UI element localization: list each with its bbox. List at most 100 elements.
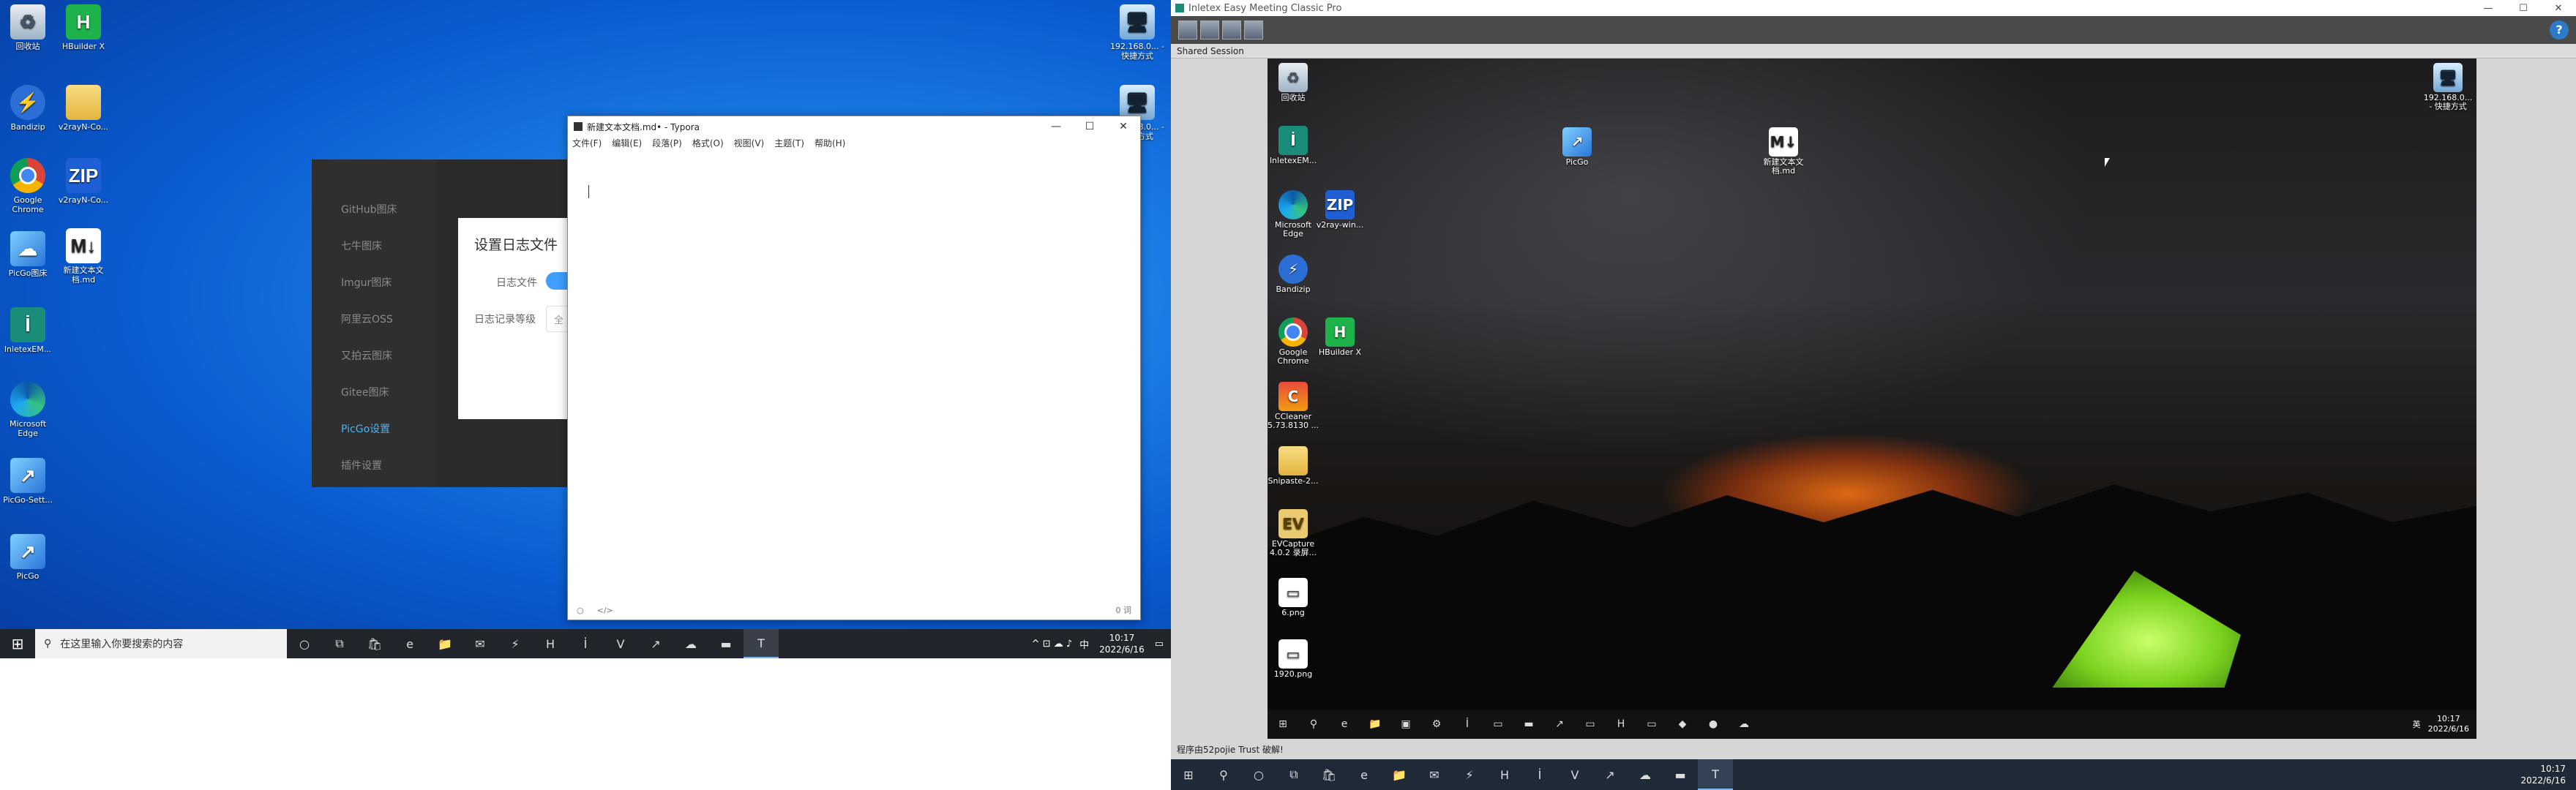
menu-help[interactable]: 帮助(H) [815, 137, 845, 153]
remote-icon-snipaste[interactable]: Snipaste-2... [1268, 446, 1319, 486]
taskbar-edge[interactable]: e [1347, 759, 1382, 790]
remote-icon-ccleaner[interactable]: C CCleaner 5.73.8130 ... [1268, 382, 1319, 430]
remote-icon-1920png[interactable]: ▭ 1920.png [1268, 639, 1319, 679]
maximize-button[interactable]: ☐ [2506, 3, 2541, 14]
menu-view[interactable]: 视图(V) [734, 137, 765, 153]
remote-taskbar-edge[interactable]: e [1329, 710, 1360, 739]
start-button[interactable]: ⊞ [0, 629, 35, 658]
remote-clock[interactable]: 10:17 2022/6/16 [2428, 714, 2469, 734]
sidebar-item-plugin-settings[interactable]: 插件设置 [312, 448, 436, 484]
taskbar-search[interactable]: ⚲ 在这里输入你要搜索的内容 [35, 629, 287, 658]
sidebar-toggle-icon[interactable]: ○ [577, 606, 584, 615]
close-button[interactable]: ✕ [2541, 3, 2576, 14]
taskbar-typora[interactable]: T [1698, 759, 1733, 790]
desktop-icon-network-shortcut[interactable]: 🖥 192.168.0... - 快捷方式 [1109, 4, 1165, 61]
taskbar-hbuilder[interactable]: H [533, 629, 568, 658]
taskbar-clock[interactable]: 10:17 2022/6/16 [2520, 763, 2566, 786]
desktop-icon-recycle-bin[interactable]: ♻ 回收站 [0, 4, 56, 51]
taskbar-typora[interactable]: T [744, 629, 779, 658]
remote-icon-chrome[interactable]: Google Chrome [1268, 317, 1319, 366]
start-button[interactable]: ⊞ [1171, 759, 1206, 790]
remote-taskbar-hbuilder[interactable]: H [1606, 710, 1636, 739]
menu-file[interactable]: 文件(F) [572, 137, 602, 153]
taskbar-picgo[interactable]: ↗ [638, 629, 673, 658]
remote-icon-edge[interactable]: Microsoft Edge [1268, 190, 1319, 238]
search-button[interactable]: ⚲ [1206, 759, 1241, 790]
ime-indicator[interactable]: 中 [1079, 637, 1089, 651]
sidebar-item-picgo-settings[interactable]: PicGo设置 [312, 411, 436, 448]
sidebar-item-github[interactable]: GitHub图床 [312, 192, 436, 228]
menu-edit[interactable]: 编辑(E) [612, 137, 642, 153]
taskbar-clock[interactable]: 10:17 2022/6/16 [1099, 632, 1145, 655]
remote-taskbar-app-1[interactable]: ▣ [1390, 710, 1421, 739]
close-button[interactable]: ✕ [1107, 121, 1140, 132]
taskbar-hbuilder[interactable]: H [1487, 759, 1522, 790]
tray-icons[interactable]: ^ ⊡ ☁ ♪ [1032, 639, 1072, 650]
taskbar-mail[interactable]: ✉ [1417, 759, 1452, 790]
desktop-icon-hbuilder[interactable]: H HBuilder X [56, 4, 111, 51]
desktop-icon-picgo-settings[interactable]: ↗ PicGo-Sett... [0, 458, 56, 505]
taskbar-store[interactable]: 🛍 [1311, 759, 1347, 790]
minimize-button[interactable]: — [2471, 3, 2506, 14]
editor-area[interactable] [568, 154, 1140, 598]
toolbar-button-1[interactable] [1178, 20, 1197, 40]
minimize-button[interactable]: — [1039, 121, 1073, 132]
toolbar-button-3[interactable] [1222, 20, 1241, 40]
taskbar-app[interactable]: ☁ [1628, 759, 1663, 790]
taskbar-v2ray[interactable]: V [1557, 759, 1592, 790]
sidebar-item-imgur[interactable]: Imgur图床 [312, 265, 436, 301]
sidebar-item-qiniu[interactable]: 七牛图床 [312, 228, 436, 265]
desktop-icon-chrome[interactable]: Google Chrome [0, 158, 56, 214]
help-button[interactable]: ? [2550, 20, 2569, 40]
remote-icon-inletex[interactable]: İ InletexEM... [1268, 126, 1319, 165]
desktop-icon-inletex[interactable]: İ InletexEM... [0, 307, 56, 354]
remote-icon-hbuilder[interactable]: H HBuilder X [1314, 317, 1366, 357]
remote-icon-6png[interactable]: ▭ 6.png [1268, 578, 1319, 617]
menu-theme[interactable]: 主题(T) [774, 137, 804, 153]
taskbar-app[interactable]: ☁ [673, 629, 708, 658]
taskbar-inletex[interactable]: İ [1522, 759, 1557, 790]
remote-taskbar-app-4[interactable]: ▭ [1636, 710, 1667, 739]
taskbar-picgo[interactable]: ↗ [1592, 759, 1628, 790]
task-view-button[interactable]: ⧉ [322, 629, 357, 658]
sidebar-item-aliyun-oss[interactable]: 阿里云OSS [312, 301, 436, 338]
remote-taskbar-app-3[interactable]: ▭ [1575, 710, 1606, 739]
typora-titlebar[interactable]: 新建文本文档.md• - Typora — ☐ ✕ [568, 116, 1140, 137]
viewer-titlebar[interactable]: Inletex Easy Meeting Classic Pro — ☐ ✕ [1171, 0, 2576, 16]
source-code-icon[interactable]: </> [597, 606, 613, 615]
menu-paragraph[interactable]: 段落(P) [652, 137, 682, 153]
toolbar-button-2[interactable] [1200, 20, 1219, 40]
taskbar-bandizip[interactable]: ⚡ [1452, 759, 1487, 790]
remote-icon-picgo[interactable]: ↗ PicGo [1551, 127, 1603, 167]
desktop-icon-picgo[interactable]: ↗ PicGo [0, 534, 56, 581]
notification-icon[interactable]: ▭ [1155, 639, 1164, 650]
remote-search-button[interactable]: ⚲ [1298, 710, 1329, 739]
desktop-icon-edge[interactable]: Microsoft Edge [0, 382, 56, 438]
remote-icon-recycle-bin[interactable]: ♻ 回收站 [1268, 63, 1319, 102]
desktop-icon-picgo-tuchuang[interactable]: ☁ PicGo图床 [0, 231, 56, 278]
remote-icon-markdown-file[interactable]: M↓ 新建文本文档.md [1758, 127, 1809, 176]
desktop-icon-v2rayn-zip[interactable]: ZIP v2rayN-Co... [56, 158, 111, 205]
desktop-icon-markdown-file[interactable]: M↓ 新建文本文档.md [56, 228, 111, 285]
desktop-icon-v2rayn-folder[interactable]: v2rayN-Co... [56, 85, 111, 132]
cortana-button[interactable]: ○ [287, 629, 322, 658]
taskbar-edge[interactable]: e [392, 629, 427, 658]
menu-format[interactable]: 格式(O) [692, 137, 724, 153]
desktop-icon-bandizip[interactable]: ⚡ Bandizip [0, 85, 56, 132]
taskbar-terminal[interactable]: ▬ [708, 629, 744, 658]
remote-start-button[interactable]: ⊞ [1268, 710, 1298, 739]
taskbar-v2ray[interactable]: V [603, 629, 638, 658]
remote-ime-indicator[interactable]: 英 [2413, 718, 2421, 730]
taskbar-inletex[interactable]: İ [568, 629, 603, 658]
tab-shared-session[interactable]: Shared Session [1171, 44, 2576, 59]
remote-taskbar-chrome[interactable]: ● [1698, 710, 1729, 739]
taskbar-explorer[interactable]: 📁 [427, 629, 463, 658]
remote-taskbar-picgo[interactable]: ↗ [1544, 710, 1575, 739]
remote-taskbar-explorer[interactable]: 📁 [1360, 710, 1390, 739]
remote-taskbar-terminal[interactable]: ▬ [1513, 710, 1544, 739]
sidebar-item-gitee[interactable]: Gitee图床 [312, 375, 436, 411]
remote-taskbar-app-5[interactable]: ◆ [1667, 710, 1698, 739]
remote-icon-network-shortcut[interactable]: 🖥 192.168.0... - 快捷方式 [2422, 63, 2474, 111]
remote-icon-v2ray[interactable]: ZIP v2ray-win... [1314, 190, 1366, 230]
remote-desktop[interactable]: ♻ 回收站 İ InletexEM... Microsoft Edge ZIP … [1268, 59, 2476, 739]
